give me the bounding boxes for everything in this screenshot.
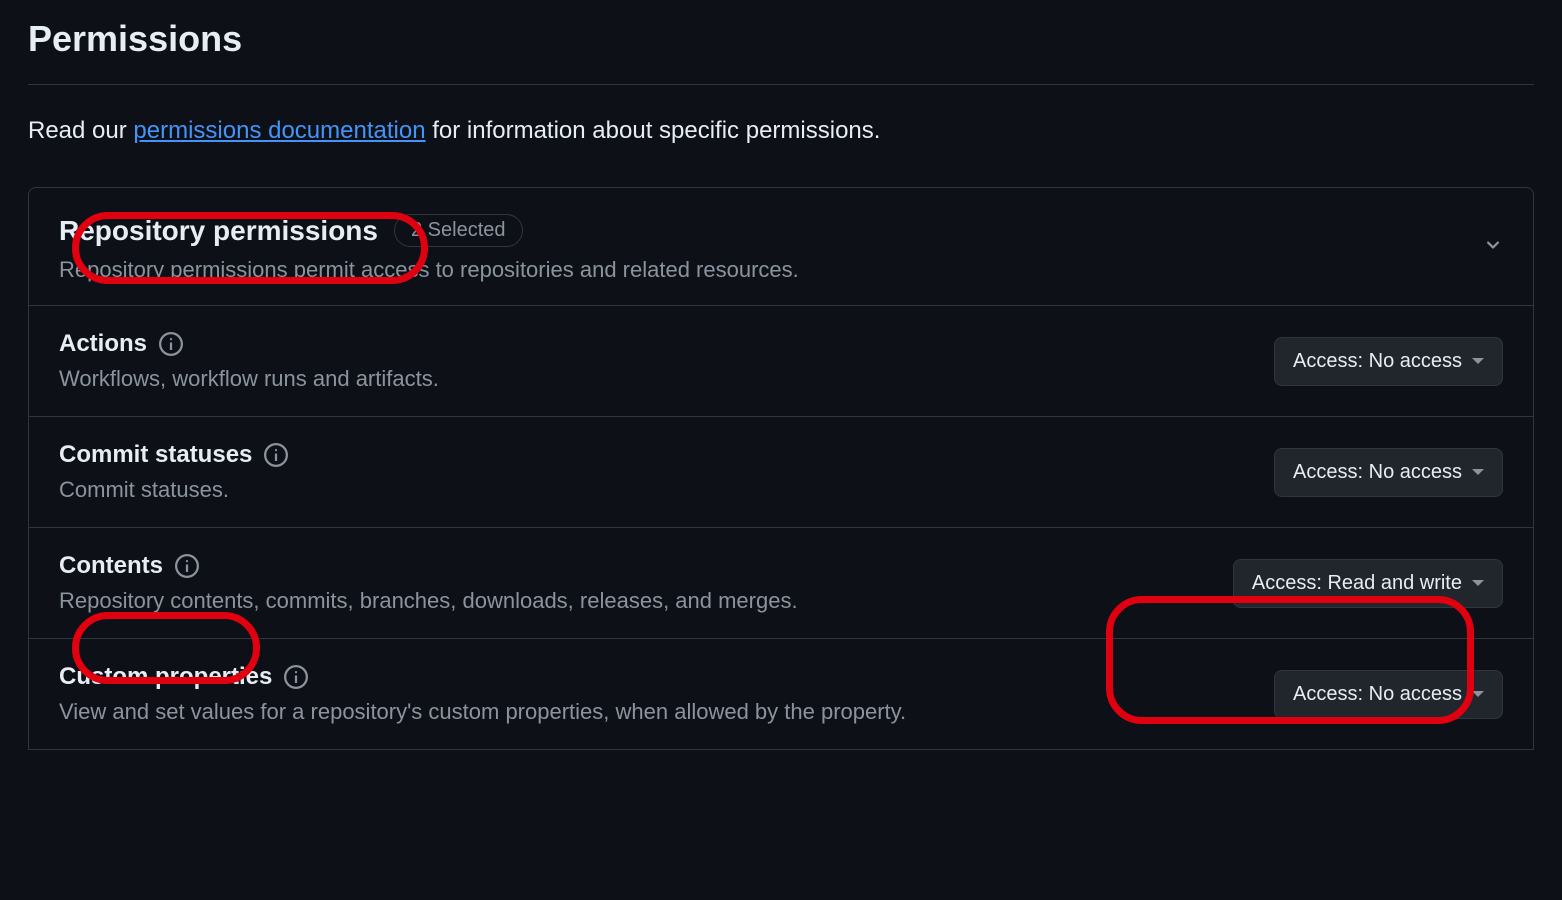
info-icon[interactable] bbox=[159, 332, 183, 356]
access-label: Access: No access bbox=[1293, 683, 1462, 706]
page-title: Permissions bbox=[28, 0, 1534, 85]
permission-description: Commit statuses. bbox=[59, 477, 1274, 503]
access-dropdown-commit-statuses[interactable]: Access: No access bbox=[1274, 448, 1503, 497]
access-dropdown-custom-properties[interactable]: Access: No access bbox=[1274, 670, 1503, 719]
permission-title: Commit statuses bbox=[59, 441, 252, 469]
permission-row-commit-statuses: Commit statuses Commit statuses. Access:… bbox=[29, 417, 1533, 528]
permission-title: Custom properties bbox=[59, 663, 272, 691]
selected-count-badge: 2 Selected bbox=[394, 214, 523, 247]
intro-suffix: for information about specific permissio… bbox=[426, 117, 881, 144]
caret-down-icon bbox=[1472, 469, 1484, 475]
access-dropdown-actions[interactable]: Access: No access bbox=[1274, 337, 1503, 386]
info-icon[interactable] bbox=[175, 554, 199, 578]
permissions-doc-link[interactable]: permissions documentation bbox=[133, 117, 425, 144]
access-label: Access: Read and write bbox=[1252, 572, 1462, 595]
access-dropdown-contents[interactable]: Access: Read and write bbox=[1233, 559, 1503, 608]
caret-down-icon bbox=[1472, 691, 1484, 697]
permission-description: Workflows, workflow runs and artifacts. bbox=[59, 366, 1274, 392]
permission-description: Repository contents, commits, branches, … bbox=[59, 588, 1233, 614]
permission-row-contents: Contents Repository contents, commits, b… bbox=[29, 528, 1533, 639]
repository-permissions-section: Repository permissions 2 Selected Reposi… bbox=[28, 187, 1534, 750]
info-icon[interactable] bbox=[264, 443, 288, 467]
permission-description: View and set values for a repository's c… bbox=[59, 699, 1274, 725]
section-header[interactable]: Repository permissions 2 Selected Reposi… bbox=[29, 188, 1533, 306]
permission-title: Actions bbox=[59, 330, 147, 358]
section-title: Repository permissions bbox=[59, 215, 378, 247]
intro-text: Read our permissions documentation for i… bbox=[28, 85, 1534, 187]
access-label: Access: No access bbox=[1293, 350, 1462, 373]
permission-row-custom-properties: Custom properties View and set values fo… bbox=[29, 639, 1533, 749]
caret-down-icon bbox=[1472, 358, 1484, 364]
permission-title: Contents bbox=[59, 552, 163, 580]
info-icon[interactable] bbox=[284, 665, 308, 689]
chevron-down-icon bbox=[1481, 232, 1505, 261]
section-description: Repository permissions permit access to … bbox=[59, 257, 1503, 283]
caret-down-icon bbox=[1472, 580, 1484, 586]
permission-row-actions: Actions Workflows, workflow runs and art… bbox=[29, 306, 1533, 417]
intro-prefix: Read our bbox=[28, 117, 133, 144]
access-label: Access: No access bbox=[1293, 461, 1462, 484]
